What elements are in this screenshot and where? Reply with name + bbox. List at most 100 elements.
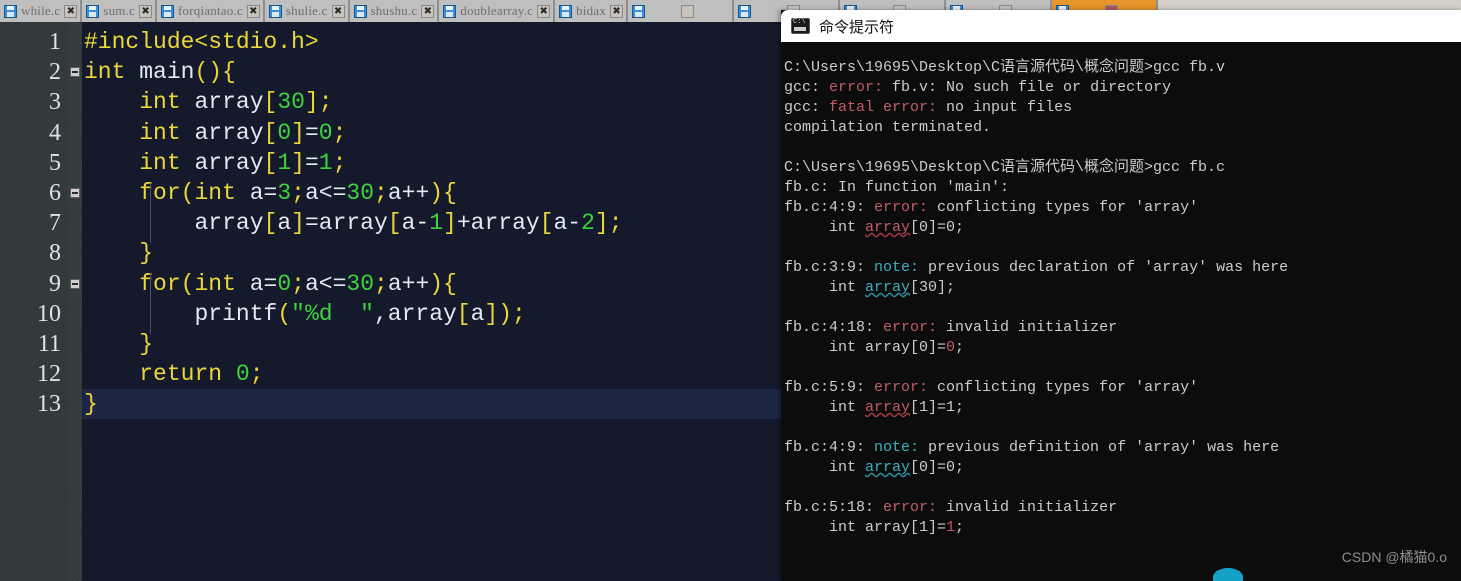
- csdn-watermark: CSDN @橘猫0.o: [1341, 549, 1447, 565]
- code-line[interactable]: #include<stdio.h>: [82, 27, 790, 57]
- floppy-disk-icon: [738, 4, 752, 18]
- floppy-disk-icon: [353, 4, 367, 18]
- command-prompt-title: 命令提示符: [819, 18, 895, 36]
- fold-slot: [68, 359, 82, 389]
- indent-guide: [150, 273, 151, 334]
- fold-slot: [68, 329, 82, 359]
- terminal-line: int array[1]=1;: [784, 519, 965, 536]
- terminal-prompt-line: C:\Users\19695\Desktop\C语言源代码\概念问题>gcc f…: [784, 159, 1226, 176]
- editor-tab-while-c[interactable]: while.c ✖: [0, 0, 83, 22]
- code-line[interactable]: }: [82, 329, 790, 359]
- floppy-disk-icon: [86, 4, 100, 18]
- line-number: 11: [37, 330, 61, 357]
- editor-tab-close-icon[interactable]: ✖: [537, 4, 551, 18]
- floppy-disk-icon: [161, 4, 175, 18]
- line-number: 5: [49, 149, 61, 176]
- fold-slot: [68, 178, 82, 208]
- editor-tab-close-icon[interactable]: [680, 4, 694, 18]
- fold-slot: [68, 238, 82, 268]
- floppy-disk-icon: [4, 4, 17, 18]
- terminal-line: compilation terminated.: [784, 119, 992, 136]
- line-number: 12: [37, 361, 61, 388]
- fold-collapse-icon[interactable]: [70, 67, 80, 78]
- editor-tab-close-icon[interactable]: ✖: [64, 4, 78, 18]
- line-number: 8: [49, 240, 61, 267]
- editor-tab-label: while.c: [21, 3, 61, 18]
- fold-slot: [68, 389, 82, 419]
- terminal-line: fb.c:5:9: error: conflicting types for '…: [784, 379, 1199, 396]
- code-line[interactable]: return 0;: [82, 359, 790, 389]
- floppy-disk-icon: [443, 4, 457, 18]
- editor-tab-close-icon[interactable]: ✖: [139, 4, 153, 18]
- code-line[interactable]: printf("%d ",array[a]);: [82, 299, 790, 329]
- line-number: 2: [49, 59, 61, 86]
- terminal-line: fb.c: In function 'main':: [784, 179, 1010, 196]
- code-line[interactable]: array[a]=array[a-1]+array[a-2];: [82, 208, 790, 238]
- editor-body: 1 2 3 4 5 6 7 8 9 10 11 12 13 #include<stdio.h> int m…: [0, 22, 790, 581]
- fold-collapse-icon[interactable]: [70, 278, 80, 289]
- code-line[interactable]: int array[1]=1;: [82, 148, 790, 178]
- code-line[interactable]: int array[30];: [82, 87, 790, 117]
- editor-tab-close-icon[interactable]: ✖: [421, 4, 435, 18]
- fold-slot: [68, 208, 82, 238]
- terminal-line: fb.c:5:18: error: invalid initializer: [784, 499, 1118, 516]
- code-line[interactable]: for(int a=0;a<=30;a++){: [82, 269, 790, 299]
- editor-tab-doublearray-c[interactable]: doublearray.c ✖: [439, 0, 556, 22]
- editor-tab-label: doublearray.c: [460, 3, 534, 18]
- editor-tab-shulie-c[interactable]: shulie.c ✖: [264, 0, 350, 22]
- taskbar-icon[interactable]: [1213, 568, 1243, 581]
- editor-tab-label: [649, 3, 677, 19]
- terminal-line: int array[30];: [784, 279, 956, 296]
- fold-slot: [68, 299, 82, 329]
- code-line[interactable]: int main(){: [82, 57, 790, 87]
- command-prompt-window[interactable]: 命令提示符 C:\Users\19695\Desktop\C语言源代码\概念问题…: [781, 10, 1461, 581]
- code-line[interactable]: }: [82, 389, 790, 420]
- code-line[interactable]: for(int a=3;a<=30;a++){: [82, 178, 790, 208]
- editor-tab-sum-c[interactable]: sum.c ✖: [82, 0, 158, 22]
- editor-tab-label: shushu.c: [370, 3, 418, 18]
- editor-tab-close-icon[interactable]: ✖: [331, 4, 345, 18]
- fold-slot: [68, 87, 82, 117]
- fold-slot: [68, 57, 82, 87]
- line-number: 9: [49, 270, 61, 297]
- code-line[interactable]: }: [82, 238, 790, 268]
- fold-collapse-icon[interactable]: [70, 188, 80, 199]
- terminal-line: fb.c:4:9: error: conflicting types for '…: [784, 199, 1199, 216]
- terminal-line: gcc: error: fb.v: No such file or direct…: [784, 79, 1172, 96]
- code-fold-bar[interactable]: [68, 22, 82, 581]
- editor-tab-label: sum.c: [103, 3, 136, 18]
- fold-slot: [68, 27, 82, 57]
- fold-slot: [68, 269, 82, 299]
- line-number: 1: [49, 29, 61, 55]
- code-line[interactable]: int array[0]=0;: [82, 118, 790, 148]
- editor-tab-close-icon[interactable]: ✖: [246, 4, 260, 18]
- editor-tab-label: bidax: [576, 3, 607, 18]
- command-prompt-output[interactable]: C:\Users\19695\Desktop\C语言源代码\概念问题>gcc f…: [781, 42, 1461, 581]
- editor-tab-close-icon[interactable]: ✖: [610, 4, 624, 18]
- code-text-area[interactable]: #include<stdio.h> int main(){ int array[3…: [82, 22, 790, 581]
- line-number: 4: [49, 119, 61, 146]
- terminal-line: fb.c:3:9: note: previous declaration of …: [784, 259, 1289, 276]
- line-number: 10: [37, 300, 61, 327]
- terminal-line: int array[0]=0;: [784, 459, 965, 476]
- terminal-line: gcc: fatal error: no input files: [784, 99, 1073, 116]
- terminal-line: fb.c:4:18: error: invalid initializer: [784, 319, 1118, 336]
- editor-tab-shushu-c[interactable]: shushu.c ✖: [349, 0, 440, 22]
- editor-tab-forqiantao-c[interactable]: forqiantao.c ✖: [157, 0, 265, 22]
- fold-slot: [68, 118, 82, 148]
- line-number: 3: [49, 89, 61, 116]
- line-number: 13: [37, 391, 61, 418]
- floppy-disk-icon: [268, 4, 282, 18]
- terminal-prompt-line: C:\Users\19695\Desktop\C语言源代码\概念问题>gcc f…: [784, 59, 1226, 76]
- command-prompt-titlebar[interactable]: 命令提示符: [781, 10, 1461, 42]
- editor-tab-7[interactable]: [628, 0, 735, 22]
- fold-slot: [68, 148, 82, 178]
- editor-tab-bidax[interactable]: bidax ✖: [555, 0, 629, 22]
- editor-window: 1 2 3 4 5 6 7 8 9 10 11 12 13 #include<stdio.h> int m…: [0, 0, 790, 581]
